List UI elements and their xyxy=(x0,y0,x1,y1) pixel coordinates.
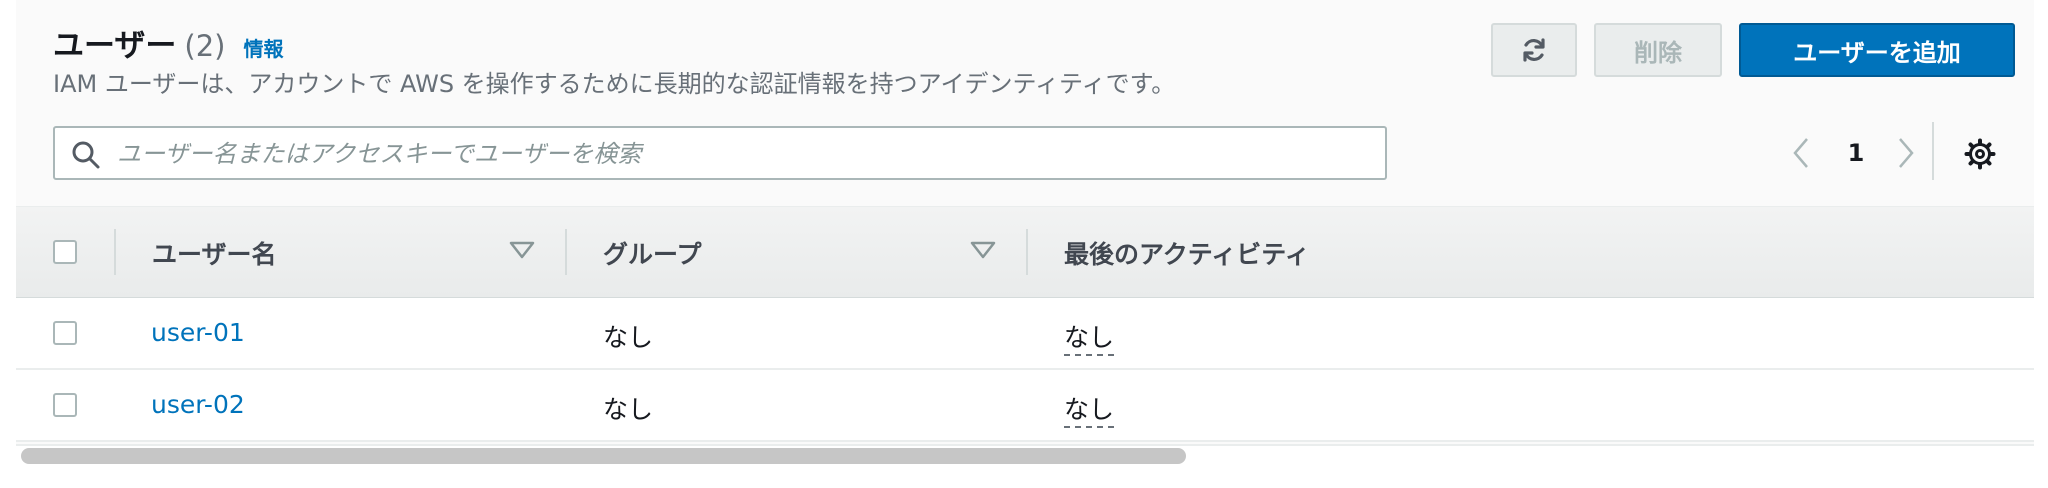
user-name-link[interactable]: user-01 xyxy=(151,318,245,347)
groups-cell: なし xyxy=(603,395,654,424)
next-page-button[interactable] xyxy=(1886,128,1926,178)
panel-header: ユーザー (2) 情報 IAM ユーザーは、アカウントで AWS を操作するため… xyxy=(16,0,2034,205)
column-header-last-activity[interactable]: 最後のアクティビティ xyxy=(1064,235,1310,271)
column-divider xyxy=(1026,229,1028,275)
horizontal-scrollbar-thumb[interactable] xyxy=(21,448,1186,464)
select-all-checkbox[interactable] xyxy=(53,240,77,264)
page-title: ユーザー (2) 情報 xyxy=(53,20,283,68)
delete-button[interactable]: 削除 xyxy=(1594,23,1722,77)
page-description: IAM ユーザーは、アカウントで AWS を操作するために長期的な認証情報を持つ… xyxy=(53,70,1176,98)
sort-icon[interactable] xyxy=(969,239,997,261)
title-text: ユーザー xyxy=(53,28,177,64)
search-icon xyxy=(72,141,100,169)
chevron-right-icon xyxy=(1899,138,1914,168)
preferences-button[interactable] xyxy=(1957,131,2003,177)
last-activity-value[interactable]: なし xyxy=(1064,323,1115,356)
table-row: user-02 なし なし xyxy=(16,370,2034,442)
info-link[interactable]: 情報 xyxy=(243,33,283,62)
row-checkbox[interactable] xyxy=(53,321,77,345)
last-activity-cell[interactable]: なし xyxy=(1064,390,1115,428)
add-user-button[interactable]: ユーザーを追加 xyxy=(1739,23,2015,77)
search-input[interactable] xyxy=(115,132,1369,176)
groups-cell: なし xyxy=(603,323,654,352)
row-checkbox[interactable] xyxy=(53,393,77,417)
column-divider xyxy=(565,229,567,275)
last-activity-cell[interactable]: なし xyxy=(1064,318,1115,356)
refresh-icon xyxy=(1523,38,1545,62)
table-row: user-01 なし なし xyxy=(16,298,2034,370)
current-page-number[interactable]: 1 xyxy=(1834,128,1878,178)
column-divider xyxy=(114,229,116,275)
last-activity-value[interactable]: なし xyxy=(1064,395,1115,428)
chevron-left-icon xyxy=(1793,138,1808,168)
column-header-groups[interactable]: グループ xyxy=(603,235,702,271)
refresh-button[interactable] xyxy=(1491,23,1577,77)
user-count: (2) xyxy=(184,29,226,63)
user-name-link[interactable]: user-02 xyxy=(151,390,245,419)
toolbar-divider xyxy=(1932,122,1934,180)
previous-page-button[interactable] xyxy=(1781,128,1821,178)
users-panel: ユーザー (2) 情報 IAM ユーザーは、アカウントで AWS を操作するため… xyxy=(16,0,2034,468)
table-header: ユーザー名 グループ 最後のアクティビティ xyxy=(16,206,2034,299)
sort-icon[interactable] xyxy=(508,239,536,261)
search-field[interactable] xyxy=(53,126,1387,180)
column-header-user-name[interactable]: ユーザー名 xyxy=(152,235,277,271)
gear-icon xyxy=(1964,138,1996,170)
